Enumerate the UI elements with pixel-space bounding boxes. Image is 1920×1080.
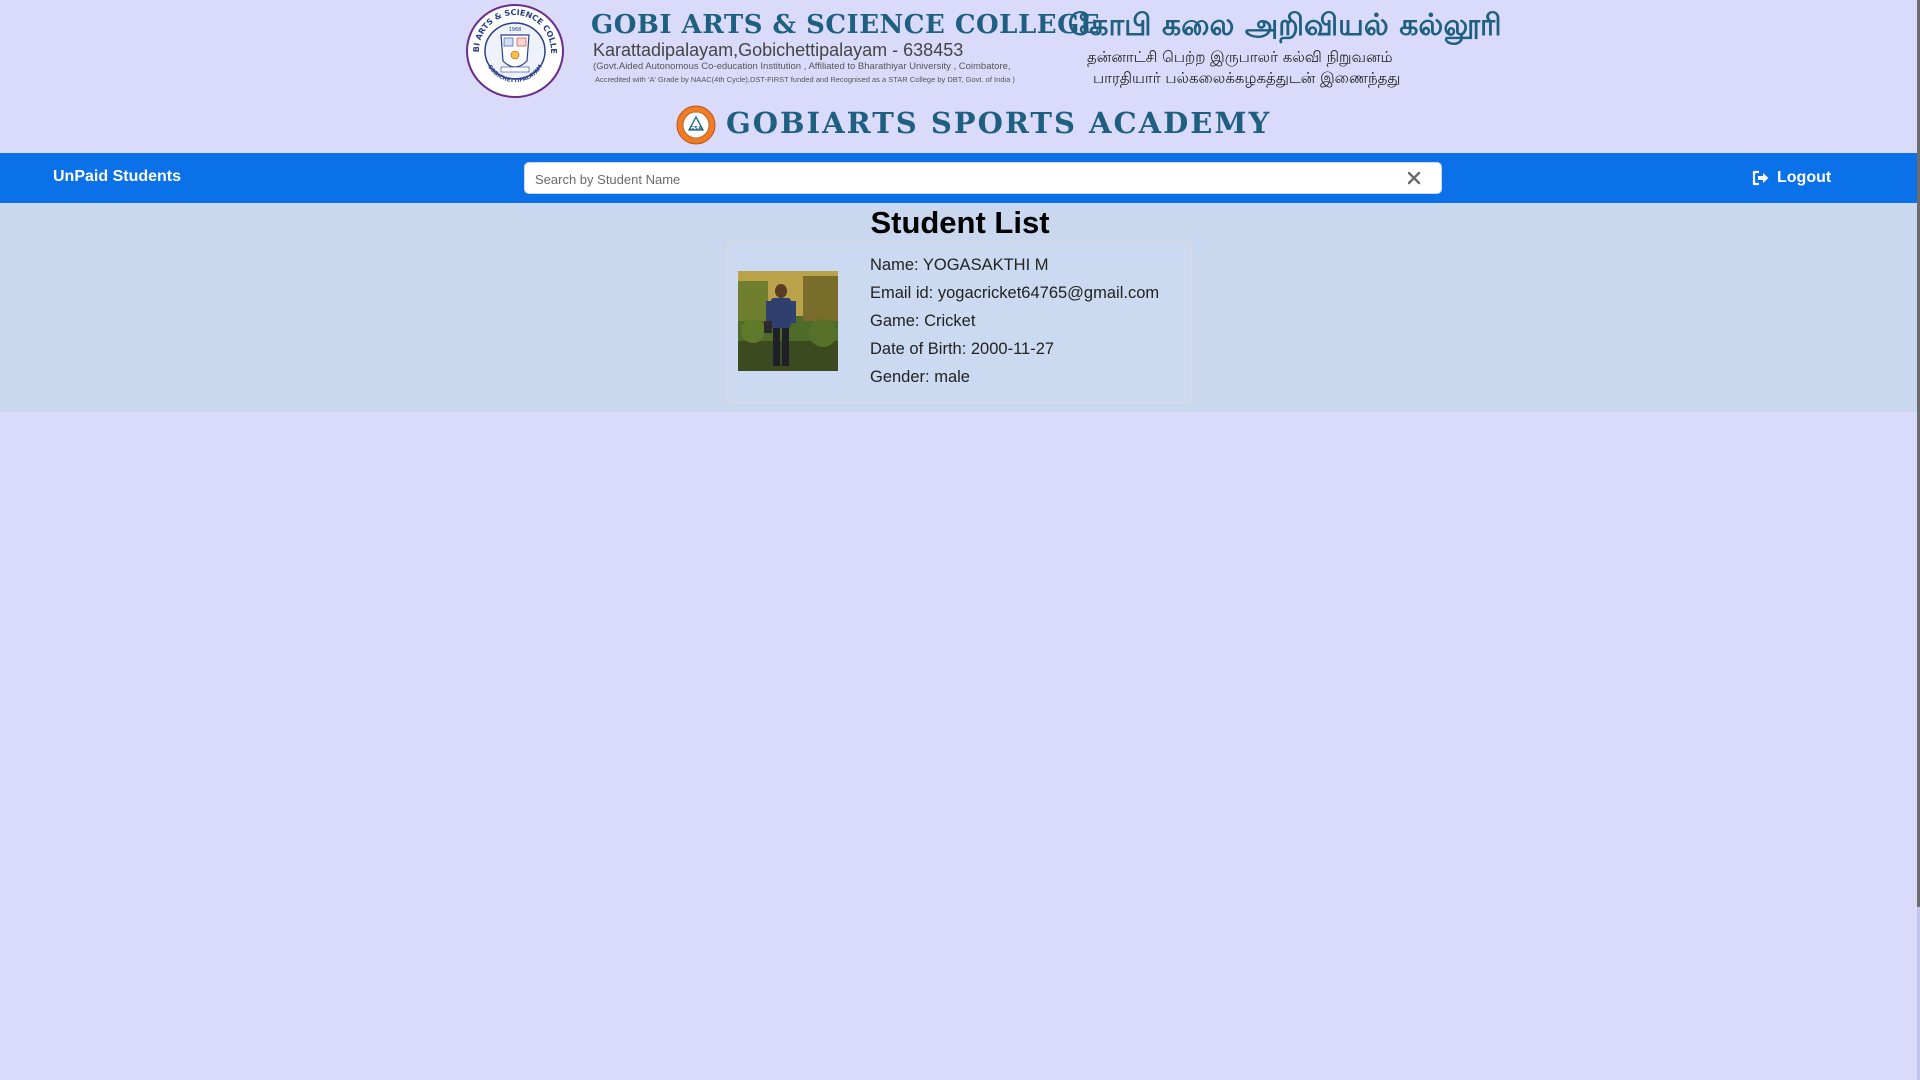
close-icon[interactable] [1405,169,1423,187]
unpaid-students-link[interactable]: UnPaid Students [53,168,181,186]
logout-label: Logout [1777,169,1832,186]
student-email: Email id: yogacricket64765@gmail.com [870,284,1160,302]
search-box [524,162,1442,195]
academy-logo-text: GSA [690,126,703,132]
student-card: Name: YOGASAKTHI M Email id: yogacricket… [727,241,1192,403]
college-name: GOBI ARTS & SCIENCE COLLEGE [591,10,1101,40]
student-game: Game: Cricket [870,312,976,330]
academy-title: GOBIARTS SPORTS ACADEMY [726,106,1272,140]
tamil-subtitle-line1: தன்னாட்சி பெற்ற இருபாலர் கல்வி நிறுவனம் [1087,48,1393,66]
college-accreditation: Accredited with 'A' Grade by NAAC(4th Cy… [595,75,1015,84]
student-photo [738,271,838,371]
page-title: Student List [870,205,1050,240]
college-address: Karattadipalayam,Gobichettipalayam - 638… [593,40,964,60]
student-dob: Date of Birth: 2000-11-27 [870,340,1055,358]
student-name: Name: YOGASAKTHI M [870,256,1049,274]
seal-year: 1968 [509,27,522,33]
student-details: Name: YOGASAKTHI M Email id: yogacricket… [870,251,1159,391]
search-input[interactable] [533,163,1397,195]
student-gender: Gender: male [870,368,970,386]
tamil-subtitle-line2: பாரதியார் பல்கலைக்கழகத்துடன் இணைந்தது [1093,69,1401,87]
academy-logo: GSA [676,105,716,145]
sign-out-icon [1752,170,1769,186]
college-seal-logo: GOBI ARTS & SCIENCE COLLEGE GOBICHETTIPA… [465,3,564,98]
header-banner: GOBI ARTS & SCIENCE COLLEGE GOBICHETTIPA… [0,0,1920,153]
navbar: UnPaid Students Logout [0,153,1920,203]
college-affiliation: (Govt.Aided Autonomous Co-education Inst… [593,61,1011,72]
logout-button[interactable]: Logout [1752,168,1831,188]
student-list-section: Student List Name: YOGASAKTHI M Email id… [0,203,1917,412]
tamil-college-name: கோபி கலை அறிவியல் கல்லூரி [1068,8,1502,43]
page: GOBI ARTS & SCIENCE COLLEGE GOBICHETTIPA… [0,0,1920,1080]
